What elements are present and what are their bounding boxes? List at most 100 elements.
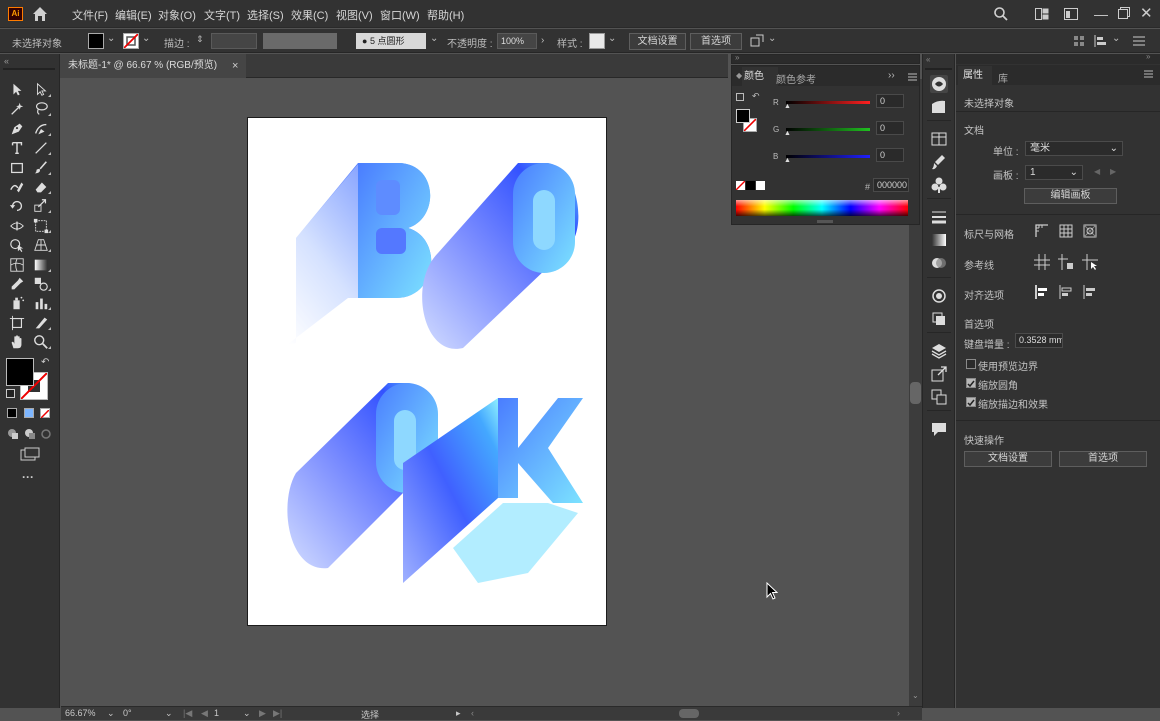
align-to-selection-icon[interactable] — [1034, 284, 1050, 300]
menu-edit[interactable]: 编辑(E) — [115, 7, 152, 23]
last-artboard-icon[interactable]: ▶| — [273, 708, 282, 719]
restore-icon[interactable] — [1118, 7, 1130, 22]
rotation-value[interactable]: 0° — [123, 708, 132, 718]
default-fill-stroke-icon[interactable] — [736, 93, 744, 101]
chevron-down-icon[interactable]: ⌄ — [165, 708, 173, 719]
b-slider-thumb[interactable]: ▲ — [784, 157, 791, 164]
quick-doc-setup-button[interactable]: 文档设置 — [964, 451, 1052, 467]
rectangle-tool-icon[interactable] — [8, 160, 26, 176]
menu-effect[interactable]: 效果(C) — [291, 7, 328, 23]
draw-normal-icon[interactable] — [7, 428, 19, 440]
distribute-icon[interactable] — [1094, 35, 1108, 50]
prev-artboard-icon[interactable]: ◀ — [201, 708, 208, 719]
r-value-field[interactable]: 0 — [876, 94, 904, 108]
workspace-layout-icon[interactable] — [1035, 8, 1049, 23]
chevron-down-icon[interactable]: ⌄ — [608, 33, 616, 44]
stroke-panel-icon[interactable] — [930, 208, 948, 226]
white-swatch[interactable] — [756, 181, 765, 190]
artboard-tool-icon[interactable] — [8, 315, 26, 331]
chevron-right-icon[interactable]: › — [541, 35, 544, 46]
next-artboard-icon[interactable]: ▶ — [259, 708, 266, 719]
chevron-down-icon[interactable]: ⌄ — [243, 708, 251, 719]
swatches-cc-icon[interactable] — [930, 75, 948, 93]
shape-builder-tool-icon[interactable] — [8, 237, 26, 253]
black-swatch[interactable] — [746, 181, 755, 190]
checkbox-scale-strokes[interactable] — [966, 397, 976, 407]
menu-type[interactable]: 文字(T) — [204, 7, 240, 23]
next-artboard-icon[interactable]: ▶ — [1110, 167, 1116, 176]
edit-toolbar-icon[interactable]: ··· — [22, 470, 34, 484]
collapse-icon[interactable]: « — [4, 56, 9, 66]
default-colors-icon[interactable] — [6, 389, 15, 398]
arrange-docs-icon[interactable] — [1064, 8, 1078, 23]
pixel-grid-icon[interactable] — [1082, 223, 1098, 239]
tab-color-guide[interactable]: 颜色参考 — [776, 71, 816, 86]
close-window-icon[interactable]: ✕ — [1140, 4, 1153, 22]
eyedropper-tool-icon[interactable] — [8, 276, 26, 292]
color-guide-icon[interactable] — [930, 98, 948, 116]
symbol-sprayer-tool-icon[interactable] — [8, 295, 26, 311]
color-mode-icon[interactable] — [7, 408, 17, 418]
stroke-weight-field[interactable] — [211, 33, 257, 49]
lock-guides-icon[interactable] — [1058, 254, 1074, 270]
libraries-icon[interactable] — [930, 130, 948, 148]
color-spectrum[interactable] — [736, 200, 908, 216]
isolate-icon[interactable] — [750, 34, 764, 51]
scrollbar-thumb[interactable] — [910, 382, 921, 404]
appearance-icon[interactable] — [930, 287, 948, 305]
artboard-number[interactable]: 1 — [214, 708, 219, 718]
keyboard-increment-field[interactable]: 0.3528 mm — [1015, 333, 1063, 348]
artboard-select[interactable]: 1 ⌄ — [1025, 165, 1083, 180]
shaper-tool-icon[interactable] — [8, 179, 26, 195]
rotate-tool-icon[interactable] — [8, 198, 26, 214]
tab-color[interactable]: 颜色 — [742, 67, 778, 86]
horizontal-scroll-thumb[interactable] — [679, 709, 699, 718]
r-slider-thumb[interactable]: ▲ — [784, 103, 791, 110]
collapse-icon[interactable]: « — [926, 55, 930, 64]
artboard[interactable] — [247, 117, 607, 626]
fill-color-front[interactable] — [6, 358, 34, 386]
brush-definition[interactable]: ● 5 点圆形 — [356, 33, 426, 49]
grid-icon[interactable] — [1058, 223, 1074, 239]
tab-library[interactable]: 库 — [998, 70, 1008, 85]
align-to-artboard-icon[interactable] — [1082, 284, 1098, 300]
transparency-icon[interactable] — [930, 254, 948, 272]
chevron-down-icon[interactable]: ⌄ — [107, 708, 115, 719]
checkbox-preview-bounds[interactable] — [966, 359, 976, 369]
symbols-icon[interactable] — [930, 176, 948, 194]
mesh-tool-icon[interactable] — [8, 257, 26, 273]
edit-artboards-button[interactable]: 编辑画板 — [1024, 188, 1117, 204]
graphic-styles-icon[interactable] — [930, 310, 948, 328]
b-slider-track[interactable] — [786, 155, 870, 158]
variable-width-profile[interactable] — [263, 33, 337, 49]
menu-view[interactable]: 视图(V) — [336, 7, 373, 23]
panel-menu-icon[interactable] — [908, 72, 917, 84]
width-tool-icon[interactable] — [8, 218, 26, 234]
hex-value-field[interactable]: 000000 — [873, 178, 909, 192]
zoom-level[interactable]: 66.67% — [65, 708, 96, 718]
gradient-panel-icon[interactable] — [930, 231, 948, 249]
chevron-down-icon[interactable]: ⌄ — [430, 33, 438, 44]
menu-file[interactable]: 文件(F) — [72, 7, 108, 23]
artboards-panel-icon[interactable] — [930, 388, 948, 406]
magic-wand-tool-icon[interactable] — [8, 101, 26, 117]
stepper-icon[interactable]: ⇕ — [196, 34, 204, 45]
align-to-key-object-icon[interactable] — [1058, 284, 1074, 300]
checkbox-scale-corners[interactable] — [966, 378, 976, 388]
none-mode-icon[interactable] — [40, 408, 50, 419]
g-value-field[interactable]: 0 — [876, 121, 904, 135]
chevron-down-icon[interactable]: ⌄ — [142, 33, 150, 44]
smart-guides-icon[interactable] — [1082, 254, 1098, 270]
g-slider-track[interactable] — [786, 128, 870, 131]
screen-mode-icon[interactable] — [20, 447, 40, 461]
show-guides-icon[interactable] — [1034, 254, 1050, 270]
b-value-field[interactable]: 0 — [876, 148, 904, 162]
search-icon[interactable] — [993, 6, 1009, 25]
tab-properties[interactable]: 属性 — [958, 66, 992, 85]
panel-menu-icon[interactable] — [1144, 69, 1153, 81]
asset-export-icon[interactable] — [930, 365, 948, 383]
fill-color-chip[interactable] — [736, 109, 750, 123]
preferences-button[interactable]: 首选项 — [690, 33, 742, 50]
document-setup-button[interactable]: 文档设置 — [629, 33, 686, 50]
fill-swatch[interactable] — [88, 33, 104, 49]
